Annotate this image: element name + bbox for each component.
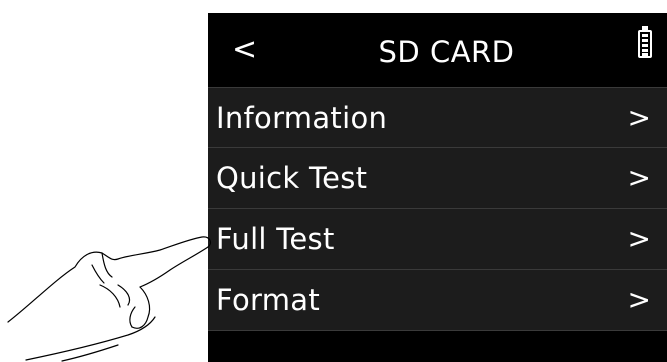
device-screen: < SD CARD Information > Quick Test > Ful… xyxy=(208,13,667,362)
menu-item-full-test[interactable]: Full Test > xyxy=(208,209,667,270)
menu-item-format[interactable]: Format > xyxy=(208,270,667,331)
menu-item-information[interactable]: Information > xyxy=(208,87,667,148)
battery-full-icon xyxy=(638,26,652,58)
header-bar: < SD CARD xyxy=(208,13,667,87)
screen-bottom-area xyxy=(208,335,667,362)
menu-item-label: Information xyxy=(216,101,388,135)
pointing-hand-icon xyxy=(7,236,212,362)
chevron-right-icon: > xyxy=(627,101,651,134)
chevron-right-icon: > xyxy=(627,222,651,255)
menu-item-label: Quick Test xyxy=(216,161,368,195)
menu-item-label: Format xyxy=(216,283,320,317)
chevron-right-icon: > xyxy=(627,161,651,194)
menu-item-quick-test[interactable]: Quick Test > xyxy=(208,148,667,209)
chevron-right-icon: > xyxy=(627,283,651,316)
menu-list: Information > Quick Test > Full Test > F… xyxy=(208,87,667,331)
menu-item-label: Full Test xyxy=(216,222,335,256)
screen-title: SD CARD xyxy=(378,35,515,69)
